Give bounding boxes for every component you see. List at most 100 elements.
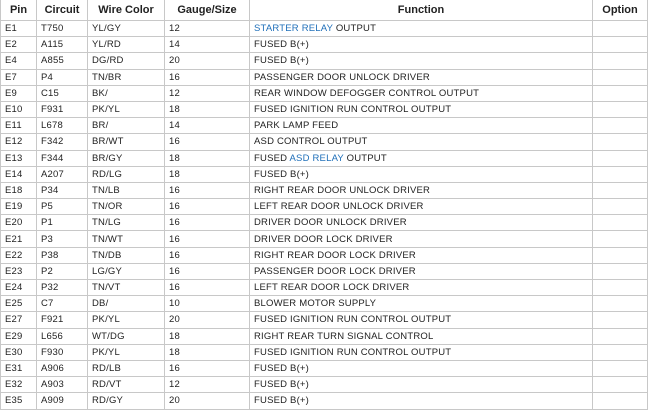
function-cell: DRIVER DOOR LOCK DRIVER	[249, 230, 593, 248]
wire-color-cell: WT/DG	[87, 327, 165, 345]
circuit-cell: F344	[36, 149, 88, 167]
table-row: E22 P38 TN/DB 16 RIGHT REAR DOOR LOCK DRIVER	[0, 246, 648, 264]
gauge-cell: 14	[164, 36, 250, 54]
function-cell: FUSED B(+)	[249, 52, 593, 70]
option-cell	[592, 214, 648, 232]
option-cell	[592, 295, 648, 313]
function-cell: FUSED IGNITION RUN CONTROL OUTPUT	[249, 100, 593, 119]
wire-color-cell: TN/VT	[87, 278, 165, 297]
option-cell	[592, 311, 648, 329]
wire-color-cell: TN/WT	[87, 230, 165, 248]
function-text: FUSED IGNITION RUN CONTROL OUTPUT	[254, 104, 452, 116]
wire-color-cell: RD/VT	[87, 376, 165, 394]
function-text: FUSED B(+)	[254, 395, 310, 407]
wire-color-cell: YL/RD	[87, 36, 165, 54]
function-text: RIGHT REAR DOOR LOCK DRIVER	[254, 249, 416, 261]
gauge-cell: 10	[164, 295, 250, 313]
function-prefix: FUSED	[254, 152, 290, 164]
function-cell: FUSED IGNITION RUN CONTROL OUTPUT	[249, 343, 593, 361]
gauge-cell: 20	[164, 311, 250, 329]
function-link[interactable]: ASD RELAY	[290, 153, 344, 164]
function-text: FUSED B(+)	[254, 168, 310, 180]
wire-color-cell: TN/LB	[87, 181, 165, 200]
table-row: E27 F921 PK/YL 20 FUSED IGNITION RUN CONTROL…	[0, 311, 648, 329]
option-cell	[592, 343, 648, 361]
gauge-cell: 16	[164, 230, 250, 248]
function-cell: FUSED B(+)	[249, 36, 593, 54]
function-text: PASSENGER DOOR LOCK DRIVER	[254, 265, 416, 277]
header-pin: Pin	[0, 0, 37, 21]
wire-color-cell: TN/DB	[87, 246, 165, 264]
table-row: E4 A855 DG/RD 20 FUSED B(+)	[0, 52, 648, 70]
wire-color-cell: PK/YL	[87, 100, 165, 119]
wire-color-cell: DB/	[87, 295, 165, 313]
function-cell: LEFT REAR DOOR LOCK DRIVER	[249, 278, 593, 297]
header-option: Option	[592, 0, 648, 21]
function-text: DRIVER DOOR UNLOCK DRIVER	[254, 217, 407, 229]
circuit-cell: F921	[36, 311, 88, 329]
gauge-cell: 12	[164, 84, 250, 102]
table-row: E10 F931 PK/YL 18 FUSED IGNITION RUN CONTROL…	[0, 100, 648, 119]
table-row: E21 P3 TN/WT 16 DRIVER DOOR LOCK DRIVER	[0, 230, 648, 248]
pin-cell: E22	[0, 246, 37, 264]
table-row: E23 P2 LG/GY 16 PASSENGER DOOR LOCK DRIVER	[0, 262, 648, 281]
circuit-cell: P4	[36, 68, 88, 86]
option-cell	[592, 133, 648, 151]
gauge-cell: 12	[164, 376, 250, 394]
option-cell	[592, 230, 648, 248]
function-cell: FUSED ASD RELAY OUTPUT	[249, 149, 593, 167]
circuit-cell: C15	[36, 84, 88, 102]
function-text: FUSED B(+)	[254, 55, 310, 67]
circuit-cell: A906	[36, 359, 88, 378]
function-link[interactable]: STARTER RELAY	[254, 23, 333, 34]
table-body: E1 T750 YL/GY 12 STARTER RELAY OUTPUT E2 A115 Y…	[0, 19, 648, 410]
table-row: E9 C15 BK/12 REAR WINDOW DEFOGGER CONTROL O…	[0, 84, 648, 102]
option-cell	[592, 278, 648, 297]
pin-cell: E19	[0, 198, 37, 216]
table-header-row: Pin Circuit Wire Color Gauge/Size Functi…	[0, 0, 648, 21]
wire-color-cell: PK/YL	[87, 343, 165, 361]
circuit-cell: F342	[36, 133, 88, 151]
wire-color-cell: TN/BR	[87, 68, 165, 86]
gauge-cell: 16	[164, 278, 250, 297]
table-row: E24 P32 TN/VT 16 LEFT REAR DOOR LOCK DRIVER	[0, 278, 648, 297]
pin-cell: E31	[0, 359, 37, 378]
pin-cell: E9	[0, 84, 37, 102]
pin-cell: E23	[0, 262, 37, 281]
circuit-cell: P32	[36, 278, 88, 297]
function-cell: FUSED IGNITION RUN CONTROL OUTPUT	[249, 311, 593, 329]
pin-cell: E11	[0, 117, 37, 135]
connector-pinout-table: Pin Circuit Wire Color Gauge/Size Functi…	[0, 0, 648, 410]
function-text: REAR WINDOW DEFOGGER CONTROL OUTPUT	[254, 87, 480, 99]
function-cell: RIGHT REAR DOOR LOCK DRIVER	[249, 246, 593, 264]
pin-cell: E13	[0, 149, 37, 167]
circuit-cell: A903	[36, 376, 88, 394]
gauge-cell: 18	[164, 100, 250, 119]
function-cell: FUSED B(+)	[249, 165, 593, 183]
wire-color-cell: BK/	[87, 84, 165, 102]
table-row: E29 L656 WT/DG 18 RIGHT REAR TURN SIGNAL CON…	[0, 327, 648, 345]
gauge-cell: 16	[164, 262, 250, 281]
circuit-cell: A115	[36, 36, 88, 54]
function-cell: RIGHT REAR DOOR UNLOCK DRIVER	[249, 181, 593, 200]
gauge-cell: 16	[164, 359, 250, 378]
pin-cell: E29	[0, 327, 37, 345]
gauge-cell: 16	[164, 181, 250, 200]
pin-cell: E21	[0, 230, 37, 248]
function-cell: PARK LAMP FEED	[249, 117, 593, 135]
table-row: E25 C7 DB/10 BLOWER MOTOR SUPPLY	[0, 295, 648, 313]
wire-color-cell: RD/LG	[87, 165, 165, 183]
pin-cell: E30	[0, 343, 37, 361]
option-cell	[592, 84, 648, 102]
function-text: FUSED IGNITION RUN CONTROL OUTPUT	[254, 314, 452, 326]
function-text: PASSENGER DOOR UNLOCK DRIVER	[254, 71, 430, 83]
function-cell: FUSED B(+)	[249, 376, 593, 394]
function-text: BLOWER MOTOR SUPPLY	[254, 298, 377, 310]
gauge-cell: 18	[164, 343, 250, 361]
function-text: OUTPUT	[343, 152, 387, 164]
gauge-cell: 20	[164, 52, 250, 70]
function-text: RIGHT REAR DOOR UNLOCK DRIVER	[254, 184, 431, 196]
table-row: E20 P1 TN/LG 16 DRIVER DOOR UNLOCK DRIVER	[0, 214, 648, 232]
gauge-cell: 18	[164, 327, 250, 345]
wire-color-cell: TN/OR	[87, 198, 165, 216]
